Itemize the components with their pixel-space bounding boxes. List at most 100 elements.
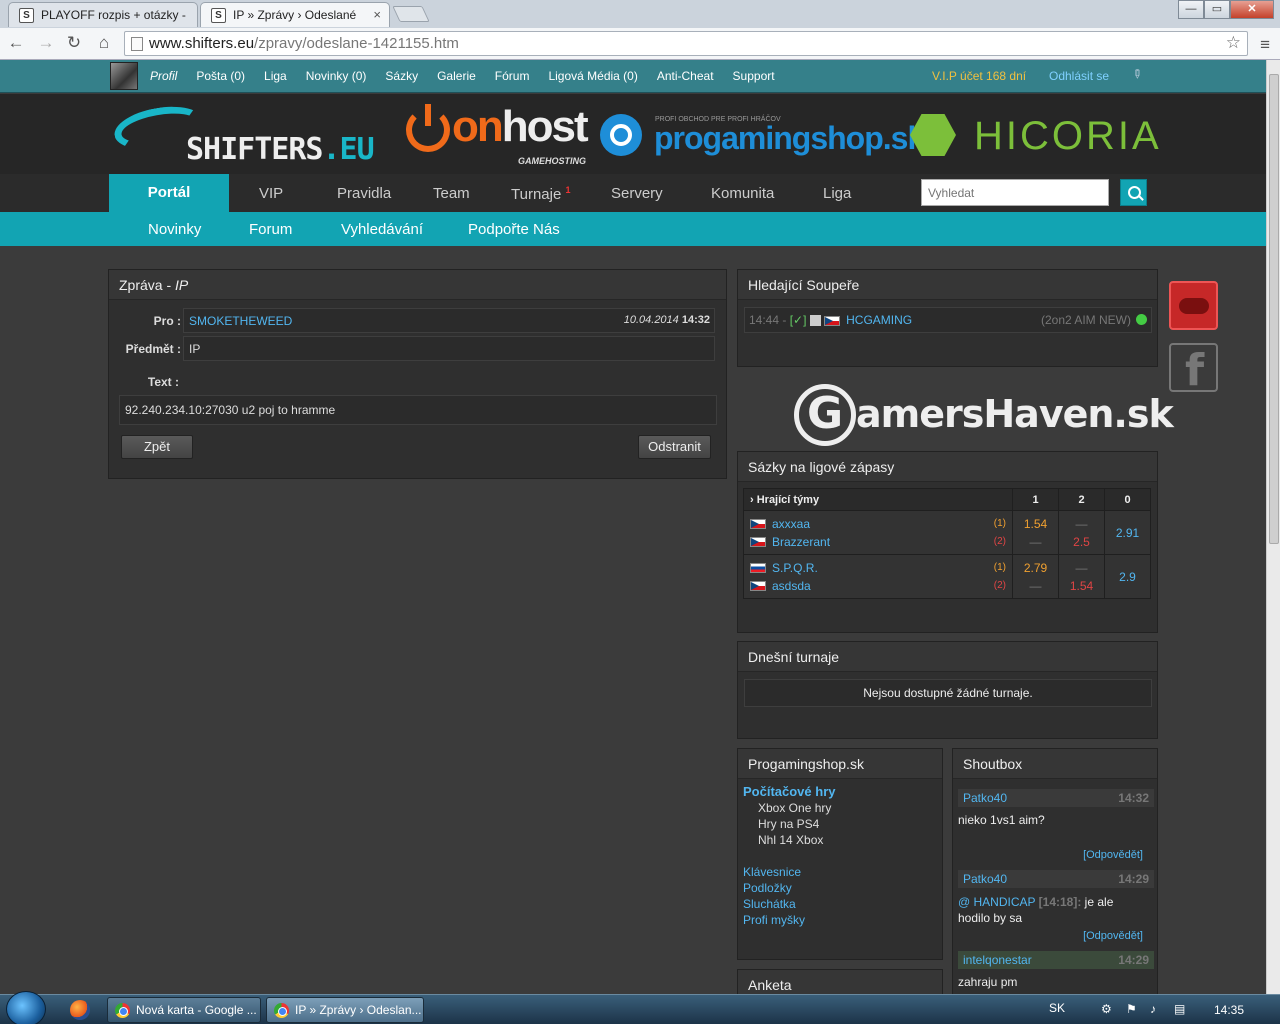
shop-panel: Progamingshop.sk Počítačové hry Xbox One… bbox=[737, 748, 943, 960]
progamingshop-word: progamingshop.sk bbox=[654, 120, 925, 156]
message-date: 10.04.2014 bbox=[623, 314, 679, 326]
gamershaven-logo[interactable]: G amersHaven.sk bbox=[794, 378, 1174, 448]
browser-tab-active[interactable]: S IP » Zprávy › Odeslané × bbox=[200, 2, 390, 27]
subnav-novinky[interactable]: Novinky bbox=[148, 221, 201, 238]
browser-tab-playoff[interactable]: S PLAYOFF rozpis + otázky - bbox=[8, 2, 198, 27]
shout-user-link[interactable]: Patko40 bbox=[963, 791, 1007, 805]
topnav-galerie[interactable]: Galerie bbox=[437, 69, 476, 83]
sub-nav: Novinky Forum Vyhledávání Podpořte Nás bbox=[0, 212, 1266, 246]
bookmark-star-icon[interactable]: ☆ bbox=[1226, 33, 1241, 53]
bet-odd-2[interactable]: 2.5 bbox=[1059, 533, 1104, 551]
shop-sub-link[interactable]: Xbox One hry bbox=[743, 800, 836, 816]
close-tab-icon[interactable]: × bbox=[373, 7, 381, 22]
shop-link[interactable]: Klávesnice bbox=[743, 864, 836, 880]
language-indicator[interactable]: SK bbox=[1049, 1001, 1065, 1015]
reply-link[interactable]: [Odpovědět] bbox=[1083, 849, 1143, 861]
topnav-ligova-media[interactable]: Ligová Média (0) bbox=[548, 69, 637, 83]
subnav-podporte-nas[interactable]: Podpořte Nás bbox=[468, 221, 560, 238]
vip-account-status[interactable]: V.I.P účet 168 dní bbox=[932, 69, 1026, 83]
shout-user-link[interactable]: Patko40 bbox=[963, 872, 1007, 886]
minimize-button[interactable]: — bbox=[1178, 0, 1204, 19]
reply-link[interactable]: [Odpovědět] bbox=[1083, 930, 1143, 942]
start-button[interactable] bbox=[6, 991, 46, 1024]
shifters-logo[interactable]: SHIFTERS.EU bbox=[111, 100, 375, 168]
shop-link[interactable]: Profi myšky bbox=[743, 912, 836, 928]
close-window-button[interactable]: ✕ bbox=[1230, 0, 1274, 19]
bet-team-link[interactable]: asdsda bbox=[772, 579, 811, 593]
nav-pravidla[interactable]: Pravidla bbox=[337, 185, 391, 202]
steam-icon[interactable]: ⚙ bbox=[1101, 1002, 1115, 1016]
back-button[interactable]: Zpět bbox=[121, 435, 193, 459]
cz-flag-icon bbox=[750, 537, 766, 548]
bet-odd-1[interactable]: 2.79 bbox=[1013, 559, 1058, 577]
topnav-forum[interactable]: Fórum bbox=[495, 69, 530, 83]
search-icon[interactable] bbox=[1120, 179, 1147, 206]
opponent-team-link[interactable]: HCGAMING bbox=[846, 313, 912, 327]
nav-servery[interactable]: Servery bbox=[611, 185, 663, 202]
table-row: S.P.Q.R. (1) asdsda (2) 2.79— —1.54 2.9 bbox=[743, 554, 1151, 599]
bet-odd-2[interactable]: 1.54 bbox=[1059, 577, 1104, 595]
taskbar-app-ip[interactable]: IP » Zprávy › Odeslan... bbox=[266, 997, 424, 1023]
topnav-novinky[interactable]: Novinky (0) bbox=[306, 69, 367, 83]
taskbar-app-newtab[interactable]: Nová karta - Google ... bbox=[107, 997, 261, 1023]
progamingshop-logo[interactable]: PROFI OBCHOD PRE PROFI HRÁČOV progamings… bbox=[600, 112, 925, 162]
shop-sub-link[interactable]: Nhl 14 Xbox bbox=[743, 832, 836, 848]
scrollbar-thumb[interactable] bbox=[1269, 74, 1279, 544]
nav-komunita[interactable]: Komunita bbox=[711, 185, 774, 202]
hicoria-logo[interactable]: HICORIA bbox=[910, 110, 1160, 160]
topnav-sazky[interactable]: Sázky bbox=[385, 69, 418, 83]
shout-user-link[interactable]: intelqonestar bbox=[963, 953, 1032, 967]
bet-odd-1[interactable]: 1.54 bbox=[1013, 515, 1058, 533]
shop-sub-link[interactable]: Hry na PS4 bbox=[743, 816, 836, 832]
notification-badge: 1 bbox=[565, 185, 571, 195]
pin-icon[interactable]: ✎ bbox=[1129, 65, 1146, 82]
subnav-forum[interactable]: Forum bbox=[249, 221, 292, 238]
mention-link[interactable]: HANDICAP bbox=[974, 895, 1036, 909]
avatar[interactable] bbox=[110, 62, 138, 90]
nav-team[interactable]: Team bbox=[433, 185, 470, 202]
logout-link[interactable]: Odhlásit se bbox=[1049, 69, 1109, 83]
home-icon[interactable]: ⌂ bbox=[94, 34, 114, 54]
gamepad-icon[interactable] bbox=[1169, 281, 1218, 330]
delete-button[interactable]: Odstranit bbox=[638, 435, 711, 459]
opponent-row[interactable]: 14:44 - [✓] HCGAMING (2on2 AIM NEW) bbox=[744, 307, 1152, 333]
topnav-anti-cheat[interactable]: Anti-Cheat bbox=[657, 69, 714, 83]
topnav-liga[interactable]: Liga bbox=[264, 69, 287, 83]
bet-team-link[interactable]: axxxaa bbox=[772, 517, 810, 531]
system-clock[interactable]: 14:35 bbox=[1214, 1003, 1244, 1017]
search-input[interactable] bbox=[921, 179, 1109, 206]
nav-turnaje[interactable]: Turnaje 1 bbox=[511, 185, 571, 203]
bet-team-link[interactable]: S.P.Q.R. bbox=[772, 561, 818, 575]
bet-team-link[interactable]: Brazzerant bbox=[772, 535, 830, 549]
to-row: SMOKETHEWEED 10.04.2014 14:32 bbox=[183, 308, 715, 333]
nav-vip[interactable]: VIP bbox=[259, 185, 283, 202]
site-topbar: Profil Pošta (0) Liga Novinky (0) Sázky … bbox=[0, 60, 1266, 93]
topnav-profil[interactable]: Profil bbox=[150, 69, 177, 83]
shop-link[interactable]: Podložky bbox=[743, 880, 836, 896]
browser-menu-icon[interactable]: ≡ bbox=[1260, 35, 1270, 55]
back-arrow-icon[interactable]: ← bbox=[6, 34, 26, 54]
bet-odd-0[interactable]: 2.9 bbox=[1104, 554, 1151, 599]
bet-odd-0[interactable]: 2.91 bbox=[1104, 510, 1151, 555]
address-bar[interactable]: www.shifters.eu/zpravy/odeslane-1421155.… bbox=[124, 31, 1248, 56]
onhost-logo[interactable]: onhost GAMEHOSTING bbox=[406, 102, 596, 166]
shop-category-link[interactable]: Počítačové hry bbox=[743, 784, 836, 800]
firefox-icon[interactable] bbox=[70, 1000, 90, 1020]
flag-icon[interactable]: ⚑ bbox=[1126, 1002, 1140, 1016]
subnav-vyhledavani[interactable]: Vyhledávání bbox=[341, 221, 423, 238]
topnav-posta[interactable]: Pošta (0) bbox=[196, 69, 245, 83]
recipient-link[interactable]: SMOKETHEWEED bbox=[189, 314, 292, 328]
reload-icon[interactable]: ↻ bbox=[64, 34, 84, 54]
nav-liga[interactable]: Liga bbox=[823, 185, 851, 202]
maximize-button[interactable]: ▭ bbox=[1204, 0, 1230, 19]
site-favicon-icon: S bbox=[211, 8, 226, 23]
topnav-support[interactable]: Support bbox=[733, 69, 775, 83]
page-scrollbar[interactable] bbox=[1266, 60, 1280, 994]
shop-link[interactable]: Sluchátka bbox=[743, 896, 836, 912]
volume-icon[interactable]: ♪ bbox=[1150, 1002, 1164, 1016]
nav-portal[interactable]: Portál bbox=[109, 174, 229, 212]
forward-arrow-icon[interactable]: → bbox=[36, 34, 56, 54]
network-icon[interactable]: ▤ bbox=[1174, 1002, 1188, 1016]
facebook-icon[interactable] bbox=[1169, 343, 1218, 396]
new-tab-button[interactable] bbox=[392, 6, 430, 22]
